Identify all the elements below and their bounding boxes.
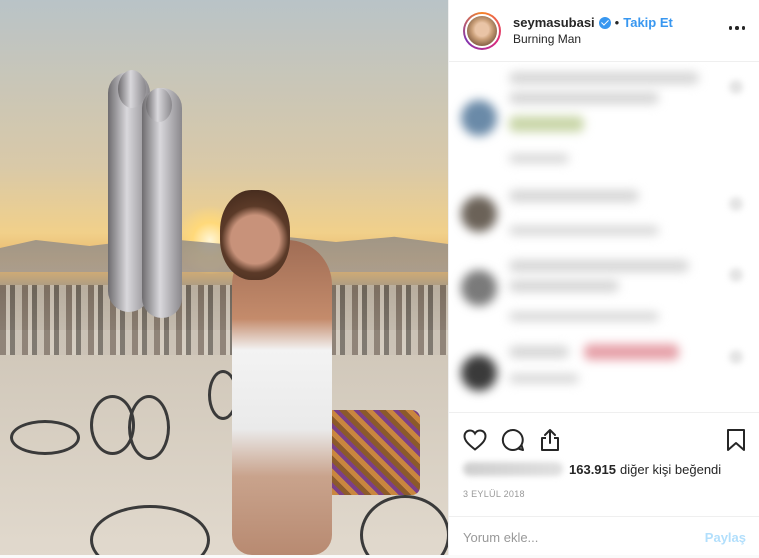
comment-like-icon[interactable] xyxy=(729,268,743,282)
comment-text-blurred xyxy=(509,72,699,84)
post-meta: seymasubasi • Takip Et Burning Man xyxy=(513,15,673,47)
statue-head-right xyxy=(146,88,172,122)
comment-text-blurred xyxy=(509,92,659,104)
follow-button[interactable]: Takip Et xyxy=(623,15,673,31)
post-comment-button[interactable]: Paylaş xyxy=(705,530,746,545)
bookmark-icon[interactable] xyxy=(726,428,746,452)
comment-like-icon[interactable] xyxy=(729,197,743,211)
comment-avatar xyxy=(461,196,497,232)
comment-text-blurred xyxy=(584,344,679,360)
comment-text-blurred xyxy=(509,116,584,132)
statue-head-left xyxy=(118,70,146,108)
comment-like-icon[interactable] xyxy=(729,80,743,94)
more-options-icon[interactable] xyxy=(728,26,745,30)
comment-avatar xyxy=(461,100,497,136)
woman-head xyxy=(220,190,290,280)
post-side-panel: seymasubasi • Takip Et Burning Man 163.9… xyxy=(448,0,759,555)
username-link[interactable]: seymasubasi xyxy=(513,15,595,31)
liker-name-blurred xyxy=(463,462,563,476)
username-row: seymasubasi • Takip Et xyxy=(513,15,673,31)
likes-summary[interactable]: 163.915 diğer kişi beğendi xyxy=(449,457,759,481)
comment-text-blurred xyxy=(509,346,569,358)
comment-meta-blurred xyxy=(509,374,579,383)
comment-text-blurred xyxy=(509,260,689,272)
location-link[interactable]: Burning Man xyxy=(513,31,673,47)
instagram-post: seymasubasi • Takip Et Burning Man 163.9… xyxy=(0,0,759,555)
comment-meta-blurred xyxy=(509,154,569,163)
comment-icon[interactable] xyxy=(501,428,525,452)
statue-figure-right xyxy=(142,88,182,318)
comment-meta-blurred xyxy=(509,312,659,321)
post-header: seymasubasi • Takip Et Burning Man xyxy=(449,0,759,62)
crowd xyxy=(0,285,448,355)
add-comment-bar: Yorum ekle... Paylaş xyxy=(449,516,759,558)
avatar-image xyxy=(465,13,499,48)
separator-dot: • xyxy=(614,14,620,30)
likes-count: 163.915 xyxy=(569,461,616,477)
comment-avatar xyxy=(461,270,497,306)
bike-wheel xyxy=(128,395,170,460)
bike-basket xyxy=(325,410,420,495)
woman-figure xyxy=(232,240,332,555)
verified-badge-icon xyxy=(598,16,611,29)
comment-like-icon[interactable] xyxy=(729,350,743,364)
likes-suffix: diğer kişi beğendi xyxy=(620,461,722,477)
bike-wheel xyxy=(10,420,80,455)
avatar[interactable] xyxy=(463,11,501,50)
comment-text-blurred xyxy=(509,280,619,292)
post-photo[interactable] xyxy=(0,0,448,555)
comment-input[interactable]: Yorum ekle... xyxy=(463,530,538,545)
comment-text-blurred xyxy=(509,190,639,202)
post-actions: 163.915 diğer kişi beğendi 3 EYLÜL 2018 … xyxy=(449,412,759,557)
action-icons-row xyxy=(449,413,759,457)
comment-avatar xyxy=(461,355,497,391)
post-date[interactable]: 3 EYLÜL 2018 xyxy=(449,481,759,499)
heart-icon[interactable] xyxy=(463,429,487,451)
comments-list xyxy=(449,62,759,412)
share-icon[interactable] xyxy=(539,428,561,452)
comment-meta-blurred xyxy=(509,226,659,235)
